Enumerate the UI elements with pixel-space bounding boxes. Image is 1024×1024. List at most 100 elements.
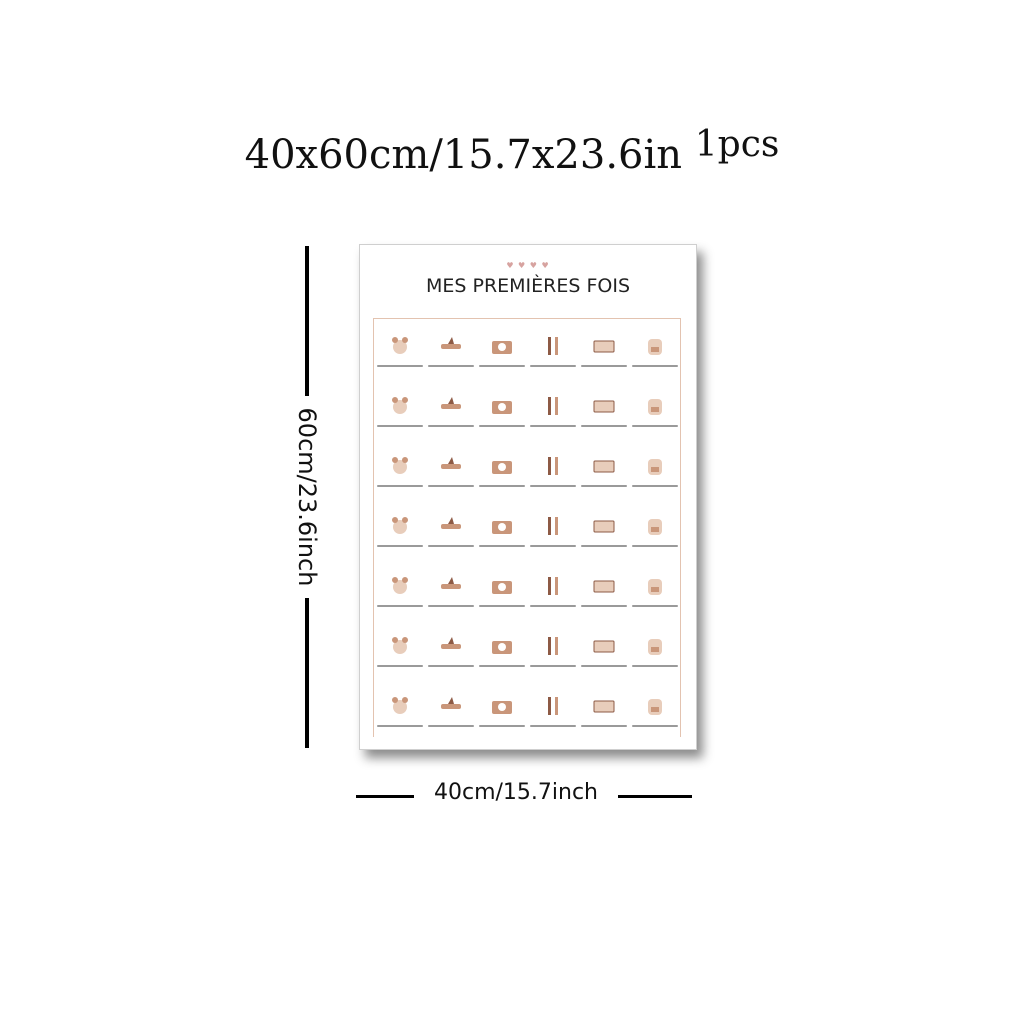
abc-icon <box>387 453 413 479</box>
milestone-item <box>629 693 680 753</box>
milestone-item <box>578 333 629 393</box>
heart-stamp-icon <box>489 693 515 719</box>
milestone-caption <box>427 725 474 727</box>
milestone-item <box>527 393 578 453</box>
cake-box-icon <box>540 393 566 419</box>
milestone-caption <box>580 545 627 547</box>
milestone-item <box>425 573 476 633</box>
milestone-caption <box>580 365 627 367</box>
milestone-caption <box>529 425 576 427</box>
milestone-caption <box>478 425 525 427</box>
theater-masks-icon <box>591 633 617 659</box>
quantity-text: 1pcs <box>694 124 780 165</box>
milestone-caption <box>478 665 525 667</box>
milestone-item <box>629 393 680 453</box>
milestone-caption <box>529 485 576 487</box>
train-icon <box>591 453 617 479</box>
piano-icon <box>489 633 515 659</box>
height-dimension-line-bottom <box>305 598 309 748</box>
milestone-item <box>374 393 425 453</box>
phone-icon <box>438 513 464 539</box>
poster-frame <box>373 318 681 737</box>
milestone-caption <box>376 605 423 607</box>
milestone-item <box>629 453 680 513</box>
bus-icon <box>591 573 617 599</box>
milestone-item <box>578 393 629 453</box>
milestone-item <box>578 513 629 573</box>
milestone-item <box>425 453 476 513</box>
milestone-caption <box>580 605 627 607</box>
milestone-caption <box>427 605 474 607</box>
milestone-caption <box>631 425 678 427</box>
milestone-caption <box>631 725 678 727</box>
bicycle-icon <box>438 453 464 479</box>
snowman-icon <box>642 693 668 719</box>
milestone-item <box>527 333 578 393</box>
lips-icon <box>642 573 668 599</box>
shower-icon <box>540 513 566 539</box>
math-icon <box>642 393 668 419</box>
milestone-caption <box>631 485 678 487</box>
milestone-caption <box>478 545 525 547</box>
milestone-caption <box>529 665 576 667</box>
milestone-item <box>476 633 527 693</box>
ski-icon <box>489 573 515 599</box>
flower-icon <box>540 633 566 659</box>
milestone-caption <box>631 665 678 667</box>
ice-skate-icon <box>387 513 413 539</box>
milestone-caption <box>427 545 474 547</box>
milestone-item <box>527 573 578 633</box>
cinema-ticket-icon <box>591 333 617 359</box>
hearts-decoration: ♥ ♥ ♥ ♥ <box>506 261 550 270</box>
milestone-caption <box>580 725 627 727</box>
birthday-cake-icon <box>642 513 668 539</box>
milestone-caption <box>631 545 678 547</box>
milestone-caption <box>478 365 525 367</box>
bbq-icon <box>540 573 566 599</box>
milestone-item <box>425 513 476 573</box>
ferris-wheel-icon <box>438 393 464 419</box>
cloud-icon <box>540 453 566 479</box>
pancake-icon <box>438 633 464 659</box>
sailboat-icon <box>489 453 515 479</box>
milestone-item <box>374 453 425 513</box>
graduation-cap-icon <box>642 633 668 659</box>
milestone-caption <box>478 605 525 607</box>
milestone-caption <box>376 725 423 727</box>
leaf-icon <box>438 573 464 599</box>
milestone-item <box>629 633 680 693</box>
chef-hat-icon <box>540 693 566 719</box>
milestone-caption <box>580 425 627 427</box>
milestone-grid <box>374 333 680 753</box>
milestone-item <box>629 573 680 633</box>
milestone-item <box>629 333 680 393</box>
height-dimension-label: 60cm/23.6inch <box>293 407 321 587</box>
milestone-caption <box>631 365 678 367</box>
milestone-item <box>476 573 527 633</box>
milestone-item <box>476 393 527 453</box>
milestone-caption <box>529 605 576 607</box>
height-dimension-line-top <box>305 246 309 396</box>
backpack-icon <box>642 333 668 359</box>
milestone-item <box>476 513 527 573</box>
milestone-caption <box>529 545 576 547</box>
camera-icon <box>489 333 515 359</box>
poster-title: MES PREMIÈRES FOIS <box>425 275 631 297</box>
milestone-caption <box>580 485 627 487</box>
milestone-caption <box>376 545 423 547</box>
milestone-caption <box>376 485 423 487</box>
milestone-item <box>374 333 425 393</box>
milestone-item <box>374 513 425 573</box>
airplane-icon <box>438 333 464 359</box>
milestone-caption <box>376 665 423 667</box>
milestone-caption <box>631 605 678 607</box>
milestone-caption <box>376 365 423 367</box>
poster: ♥ ♥ ♥ ♥ MES PREMIÈRES FOIS <box>359 244 697 750</box>
party-icon <box>387 393 413 419</box>
milestone-item <box>425 333 476 393</box>
milestone-item <box>527 633 578 693</box>
width-dimension-label: 40cm/15.7inch <box>433 780 598 805</box>
milestone-item <box>527 513 578 573</box>
circus-tent-icon <box>591 393 617 419</box>
milestone-item <box>578 573 629 633</box>
